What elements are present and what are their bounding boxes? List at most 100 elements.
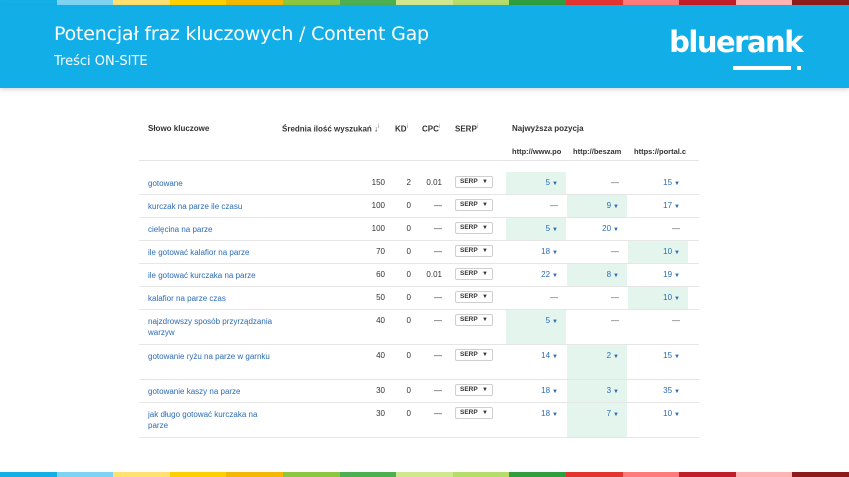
chevron-down-icon[interactable]: ▼ [552, 227, 558, 233]
keyword-link[interactable]: kalafior na parze czas [148, 293, 278, 304]
serp-dropdown[interactable]: SERP ▼ [455, 245, 493, 257]
position-cell[interactable]: 10 ▼ [628, 287, 688, 309]
chevron-down-icon[interactable]: ▼ [674, 296, 680, 302]
stripe-segment [226, 472, 283, 477]
serp-dropdown[interactable]: SERP ▼ [455, 199, 493, 211]
serp-dropdown[interactable]: SERP ▼ [455, 349, 493, 361]
position-cell: — [567, 241, 627, 263]
position-cell[interactable]: 10 ▼ [628, 241, 688, 263]
stripe-segment [509, 472, 566, 477]
col-kd[interactable]: KDi [395, 124, 408, 134]
position-value: 20 [602, 224, 612, 233]
serp-dropdown[interactable]: SERP ▼ [455, 222, 493, 234]
serp-dropdown[interactable]: SERP ▼ [455, 268, 493, 280]
serp-dropdown[interactable]: SERP ▼ [455, 407, 493, 419]
position-cell[interactable]: 17 ▼ [628, 195, 688, 217]
serp-label: SERP [460, 386, 478, 393]
keyword-link[interactable]: gotowanie kaszy na parze [148, 386, 278, 397]
chevron-down-icon[interactable]: ▼ [674, 354, 680, 360]
position-cell[interactable]: 15 ▼ [628, 172, 688, 194]
chevron-down-icon[interactable]: ▼ [613, 389, 619, 395]
chevron-down-icon[interactable]: ▼ [613, 354, 619, 360]
chevron-down-icon[interactable]: ▼ [674, 204, 680, 210]
position-cell[interactable]: 3 ▼ [567, 380, 627, 402]
position-cell[interactable]: 35 ▼ [628, 380, 688, 402]
chevron-down-icon[interactable]: ▼ [552, 250, 558, 256]
serp-dropdown[interactable]: SERP ▼ [455, 291, 493, 303]
position-cell[interactable]: 5 ▼ [506, 218, 566, 240]
position-cell[interactable]: 18 ▼ [506, 403, 566, 437]
position-value: 18 [541, 247, 551, 256]
keyword-link[interactable]: gotowanie ryżu na parze w garnku [148, 351, 278, 362]
position-cell[interactable]: 5 ▼ [506, 172, 566, 194]
stripe-segment [622, 472, 680, 477]
chevron-down-icon[interactable]: ▼ [613, 227, 619, 233]
volume-value: 40 [376, 316, 385, 325]
position-cell[interactable]: 9 ▼ [567, 195, 627, 217]
col-volume[interactable]: Średnia ilość wyszukań ↓i [282, 124, 379, 134]
chevron-down-icon[interactable]: ▼ [674, 181, 680, 187]
position-value: 15 [663, 178, 673, 187]
table-row: 5 ▼ 20 ▼ — cielęcina na parze 100 0— SERP ▼ [139, 218, 699, 241]
chevron-down-icon[interactable]: ▼ [674, 273, 680, 279]
chevron-down-icon[interactable]: ▼ [674, 250, 680, 256]
chevron-down-icon[interactable]: ▼ [613, 204, 619, 210]
kd-value: 0 [406, 316, 411, 325]
chevron-down-icon: ▼ [482, 352, 488, 358]
chevron-down-icon[interactable]: ▼ [552, 389, 558, 395]
position-cell[interactable]: 18 ▼ [506, 380, 566, 402]
domain-header-1[interactable]: http://www.po [512, 146, 568, 158]
position-value: 18 [541, 409, 551, 418]
cpc-value: — [434, 386, 442, 395]
position-cell[interactable]: 15 ▼ [628, 345, 688, 379]
stripe-segment [282, 472, 340, 477]
serp-dropdown[interactable]: SERP ▼ [455, 384, 493, 396]
chevron-down-icon[interactable]: ▼ [552, 354, 558, 360]
chevron-down-icon[interactable]: ▼ [674, 412, 680, 418]
position-cell: — [506, 195, 566, 217]
position-cell[interactable]: 5 ▼ [506, 310, 566, 344]
domain-header-2[interactable]: http://beszam [573, 146, 629, 158]
table-row: 14 ▼ 2 ▼ 15 ▼ gotowanie ryżu na parze w garnku… [139, 345, 699, 380]
keyword-link[interactable]: ile gotować kalafior na parze [148, 247, 278, 258]
chevron-down-icon[interactable]: ▼ [674, 389, 680, 395]
position-cell[interactable]: 7 ▼ [567, 403, 627, 437]
col-cpc[interactable]: CPCi [422, 124, 440, 134]
keyword-link[interactable]: najzdrowszy sposób przyrządzania warzyw [148, 316, 278, 338]
table-body: 5 ▼ —15 ▼ gotowane 150 2 0.01 SERP ▼ —9 ▼ 17 ▼ kurczak… [139, 172, 699, 438]
chevron-down-icon[interactable]: ▼ [552, 273, 558, 279]
keyword-table: Słowo kluczowe Średnia ilość wyszukań ↓i… [139, 120, 699, 438]
keyword-link[interactable]: jak długo gotować kurczaka na parze [148, 409, 278, 431]
col-serp[interactable]: SERPi [455, 124, 478, 134]
serp-dropdown[interactable]: SERP ▼ [455, 314, 493, 326]
keyword-link[interactable]: kurczak na parze ile czasu [148, 201, 278, 212]
position-value: — [611, 316, 619, 325]
table-row: —9 ▼ 17 ▼ kurczak na parze ile czasu 100 0— SER… [139, 195, 699, 218]
position-cell[interactable]: 22 ▼ [506, 264, 566, 286]
domain-header-3[interactable]: https://portal.c [634, 146, 692, 158]
serp-label: SERP [460, 351, 478, 358]
position-cell: — [567, 172, 627, 194]
position-cell[interactable]: 2 ▼ [567, 345, 627, 379]
position-cell[interactable]: 10 ▼ [628, 403, 688, 437]
stripe-segment [735, 472, 793, 477]
position-cell[interactable]: 20 ▼ [567, 218, 627, 240]
col-keyword[interactable]: Słowo kluczowe [148, 124, 209, 133]
keyword-link[interactable]: cielęcina na parze [148, 224, 278, 235]
chevron-down-icon[interactable]: ▼ [613, 273, 619, 279]
kd-value: 0 [406, 201, 411, 210]
chevron-down-icon[interactable]: ▼ [613, 412, 619, 418]
chevron-down-icon[interactable]: ▼ [552, 181, 558, 187]
position-cell[interactable]: 14 ▼ [506, 345, 566, 379]
position-value: 15 [663, 351, 673, 360]
position-cell[interactable]: 18 ▼ [506, 241, 566, 263]
chevron-down-icon[interactable]: ▼ [552, 319, 558, 325]
position-cell[interactable]: 19 ▼ [628, 264, 688, 286]
keyword-link[interactable]: ile gotować kurczaka na parze [148, 270, 278, 281]
position-value: 18 [541, 386, 551, 395]
position-cell[interactable]: 8 ▼ [567, 264, 627, 286]
serp-dropdown[interactable]: SERP ▼ [455, 176, 493, 188]
keyword-link[interactable]: gotowane [148, 178, 278, 189]
chevron-down-icon[interactable]: ▼ [552, 412, 558, 418]
stripe-segment [396, 472, 453, 477]
